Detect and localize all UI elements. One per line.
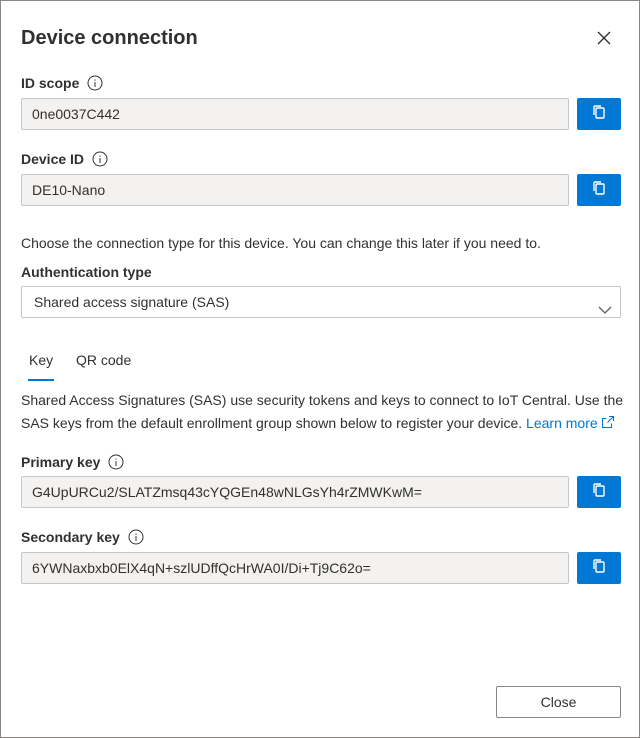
device-id-field[interactable]: DE10-Nano [21,174,569,206]
copy-device-id-button[interactable] [577,174,621,206]
info-icon[interactable] [87,75,103,91]
auth-type-dropdown[interactable]: Shared access signature (SAS) [21,286,621,318]
secondary-key-label-group: Secondary key [21,529,144,545]
info-icon[interactable] [128,529,144,545]
auth-type-selected: Shared access signature (SAS) [34,294,230,310]
external-link-icon [601,413,615,436]
secondary-key-label: Secondary key [21,529,120,545]
primary-key-field[interactable]: G4UpURCu2/SLATZmsq43cYQGEn48wNLGsYh4rZMW… [21,476,569,508]
sas-description-line2: SAS keys from the default enrollment gro… [21,415,523,431]
learn-more-link[interactable]: Learn more [526,415,615,431]
learn-more-label: Learn more [526,415,598,431]
primary-key-label-group: Primary key [21,454,124,470]
sas-description: Shared Access Signatures (SAS) use secur… [21,389,623,436]
info-icon[interactable] [108,454,124,470]
connection-type-hint: Choose the connection type for this devi… [21,235,541,251]
copy-icon [591,558,607,579]
device-id-label-group: Device ID [21,151,108,167]
close-icon[interactable] [591,25,617,51]
tab-key[interactable]: Key [29,352,53,368]
secondary-key-field[interactable]: 6YWNaxbxb0ElX4qN+szlUDffQcHrWA0I/Di+Tj9C… [21,552,569,584]
device-connection-dialog: Device connection ID scope 0ne0037C442 D… [0,0,640,738]
sas-description-line2-wrap: SAS keys from the default enrollment gro… [21,412,623,436]
tab-active-indicator [28,379,54,381]
copy-secondary-key-button[interactable] [577,552,621,584]
copy-icon [591,180,607,201]
chevron-down-icon [598,296,612,326]
copy-icon [591,482,607,503]
id-scope-label-group: ID scope [21,75,103,91]
sas-description-line1: Shared Access Signatures (SAS) use secur… [21,392,624,408]
copy-id-scope-button[interactable] [577,98,621,130]
id-scope-label: ID scope [21,75,80,91]
auth-type-label-text: Authentication type [21,264,152,280]
tab-qr-code[interactable]: QR code [76,352,131,368]
copy-icon [591,104,607,125]
device-id-label: Device ID [21,151,85,167]
primary-key-label: Primary key [21,454,101,470]
copy-primary-key-button[interactable] [577,476,621,508]
info-icon[interactable] [92,151,108,167]
dialog-title: Device connection [21,27,198,49]
auth-type-label: Authentication type [21,264,152,280]
id-scope-field[interactable]: 0ne0037C442 [21,98,569,130]
close-button[interactable]: Close [496,686,621,718]
